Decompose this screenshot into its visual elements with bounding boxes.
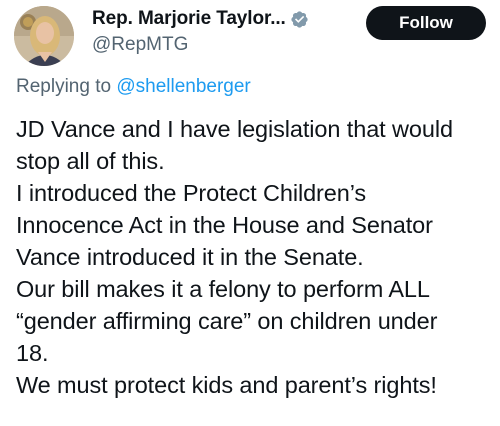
- verified-badge-icon: [290, 10, 309, 29]
- tweet-text-line: Our bill makes it a felony to perform AL…: [16, 276, 430, 302]
- author-handle[interactable]: @RepMTG: [92, 34, 309, 56]
- tweet-text-line: We must protect kids and parent’s rights…: [16, 372, 437, 398]
- tweet-text-line: “gender affirming care” on children unde…: [16, 308, 438, 334]
- replying-to: Replying to @shellenberger: [16, 76, 251, 98]
- reply-mention-link[interactable]: @shellenberger: [116, 76, 250, 97]
- tweet-text-line: stop all of this.: [16, 148, 165, 174]
- tweet-text-line: Innocence Act in the House and Senator: [16, 212, 433, 238]
- tweet: Rep. Marjorie Taylor... @RepMTG Follow R…: [0, 0, 500, 426]
- replying-to-label: Replying to: [16, 76, 112, 97]
- follow-button[interactable]: Follow: [366, 6, 486, 40]
- tweet-text: JD Vance and I have legislation that wou…: [16, 113, 496, 401]
- author-name-block: Rep. Marjorie Taylor... @RepMTG: [92, 8, 309, 56]
- tweet-text-line: JD Vance and I have legislation that wou…: [16, 116, 453, 142]
- avatar[interactable]: [14, 6, 74, 66]
- tweet-text-line: 18.: [16, 340, 49, 366]
- author-display-name[interactable]: Rep. Marjorie Taylor...: [92, 8, 286, 30]
- tweet-text-line: Vance introduced it in the Senate.: [16, 244, 364, 270]
- tweet-text-line: I introduced the Protect Children’s: [16, 180, 367, 206]
